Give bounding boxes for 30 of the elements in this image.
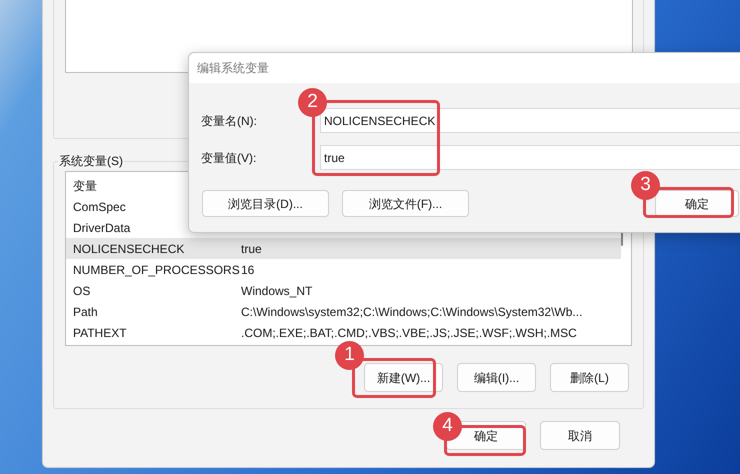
table-row[interactable]: Path C:\Windows\system32;C:\Windows;C:\Windows\System32\Wb... [66,301,621,322]
table-cell: NOLICENSECHECK [73,242,184,256]
table-cell-text: C:\Windows\system32;C:\Windows;C:\Windows\System32\Wb... [241,304,582,320]
browse-button[interactable]: 浏览文件(F)... [342,190,469,217]
table-cell-text: true [241,240,262,258]
table-cell-text: .COM;.EXE;.BAT;.CMD;.VBS;.VBE;.JS;.JSE;.WSF;.WSH;.MSC [241,324,577,342]
table-cell: Path [73,304,98,318]
action-button[interactable]: 新建(W)... [364,363,443,392]
table-cell: OS [73,284,90,298]
action-button[interactable]: 编辑(I)... [457,363,536,392]
table-cell-text: 16 [241,262,254,278]
input-field[interactable]: NOLICENSECHECK [320,108,740,133]
action-button[interactable]: 删除(L) [550,363,629,392]
dialog-title: 编辑系统变量 [197,60,269,77]
table-row[interactable]: NUMBER_OF_PROCESSORS16 [66,259,621,280]
table-cell: PATHEXT [73,326,127,340]
input-field[interactable]: true [320,145,740,170]
dialog-button[interactable]: 取消 [540,421,620,450]
table-cell: DriverData [73,220,130,234]
browse-button[interactable]: 浏览目录(D)... [202,190,329,217]
group-label: 系统变量(S) [58,153,124,169]
field-label: 变量名(N): [200,112,258,130]
table-cell: NUMBER_OF_PROCESSORS [73,262,240,276]
table-cell-text: Windows_NT [241,282,312,300]
column-header[interactable]: 变量 [73,176,97,194]
table-row[interactable]: OS Windows_NT [66,280,621,301]
table-row[interactable]: NOLICENSECHECK true [66,238,621,259]
table-row[interactable]: PATHEXT .COM;.EXE;.BAT;.CMD;.VBS;.VBE;.JS;.JSE;.WSF;.WSH;.MSC [66,322,621,343]
scrollbar[interactable] [621,232,623,246]
field-label: 变量值(V): [200,150,258,166]
